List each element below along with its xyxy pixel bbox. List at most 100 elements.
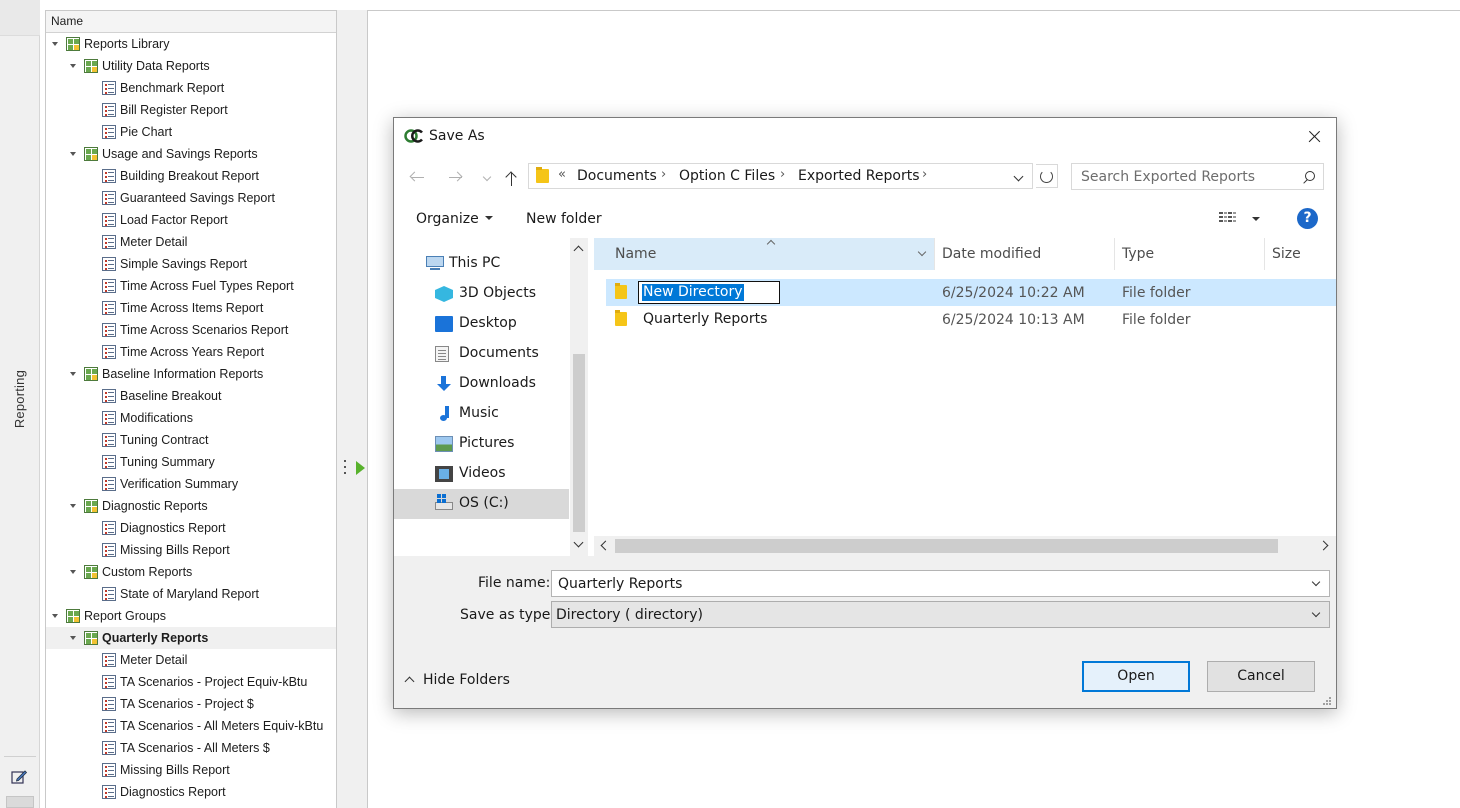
- tree-item-modifications[interactable]: Modifications: [46, 407, 336, 429]
- new-folder-button[interactable]: New folder: [526, 211, 602, 227]
- refresh-icon[interactable]: [1036, 164, 1058, 188]
- tree-item-diagnostic-reports[interactable]: Diagnostic Reports: [46, 495, 336, 517]
- recent-locations-chevron-icon[interactable]: [478, 168, 500, 188]
- dialog-title-bar[interactable]: Save As: [394, 118, 1336, 156]
- up-arrow-icon[interactable]: [501, 168, 523, 188]
- expand-chevron-icon[interactable]: [68, 363, 78, 385]
- file-list-horizontal-scrollbar[interactable]: [594, 536, 1336, 556]
- tree-item-custom-reports[interactable]: Custom Reports: [46, 561, 336, 583]
- hide-folders-button[interactable]: Hide Folders: [404, 672, 510, 688]
- tree-item-time-across-items-report[interactable]: Time Across Items Report: [46, 297, 336, 319]
- tree-item-meter-detail[interactable]: Meter Detail: [46, 649, 336, 671]
- tree-item-quarterly-reports[interactable]: Quarterly Reports: [46, 627, 336, 649]
- view-options-caret-icon[interactable]: [1252, 217, 1260, 221]
- tree-item-utility-data-reports[interactable]: Utility Data Reports: [46, 55, 336, 77]
- scroll-right-icon[interactable]: [1318, 540, 1329, 551]
- tree-item-ta-scenarios-project[interactable]: TA Scenarios - Project $: [46, 693, 336, 715]
- back-arrow-icon[interactable]: [408, 168, 430, 188]
- save-as-type-select[interactable]: Directory ( directory): [551, 601, 1330, 628]
- address-bar[interactable]: « Documents › Option C Files › Exported …: [528, 163, 1033, 189]
- nav-item-downloads[interactable]: Downloads: [394, 369, 569, 399]
- help-icon[interactable]: ?: [1297, 208, 1318, 229]
- panel-splitter[interactable]: [337, 10, 367, 808]
- tree-item-reports-library[interactable]: Reports Library: [46, 33, 336, 55]
- address-separator[interactable]: ›: [780, 167, 785, 182]
- scroll-thumb[interactable]: [615, 539, 1278, 553]
- address-dropdown-chevron-icon[interactable]: [1013, 171, 1024, 182]
- column-header-date-modified[interactable]: Date modified: [934, 238, 1114, 270]
- column-header-type[interactable]: Type: [1114, 238, 1264, 270]
- tree-item-time-across-years-report[interactable]: Time Across Years Report: [46, 341, 336, 363]
- address-segment-documents[interactable]: Documents: [577, 168, 657, 184]
- rail-top-button[interactable]: [0, 0, 40, 36]
- cancel-button[interactable]: Cancel: [1207, 661, 1315, 692]
- view-details-icon[interactable]: [1219, 211, 1239, 225]
- tree-item-ta-scenarios-all-meters[interactable]: TA Scenarios - All Meters $: [46, 737, 336, 759]
- tree-column-header-name[interactable]: Name: [46, 11, 336, 33]
- tree-item-verification-summary[interactable]: Verification Summary: [46, 473, 336, 495]
- address-overflow[interactable]: «: [558, 167, 566, 182]
- resize-grip-icon[interactable]: [1322, 696, 1332, 706]
- close-icon[interactable]: [1300, 124, 1328, 150]
- rename-input[interactable]: New Directory: [638, 281, 780, 304]
- expand-chevron-icon[interactable]: [68, 495, 78, 517]
- expand-chevron-icon[interactable]: [68, 55, 78, 77]
- tree-item-usage-and-savings-reports[interactable]: Usage and Savings Reports: [46, 143, 336, 165]
- tree-item-benchmark-report[interactable]: Benchmark Report: [46, 77, 336, 99]
- splitter-grip-icon[interactable]: [344, 460, 347, 476]
- nav-item-os-c[interactable]: OS (C:): [394, 489, 569, 519]
- scroll-left-icon[interactable]: [600, 540, 611, 551]
- edit-icon[interactable]: [10, 768, 28, 786]
- file-row-new-directory[interactable]: New Directory 6/25/2024 10:22 AM File fold…: [606, 279, 1336, 306]
- tree-item-guaranteed-savings-report[interactable]: Guaranteed Savings Report: [46, 187, 336, 209]
- expand-arrow-icon[interactable]: [356, 461, 365, 475]
- nav-pane-scrollbar[interactable]: [570, 238, 588, 556]
- forward-arrow-icon[interactable]: [446, 168, 468, 188]
- tree-item-meter-detail[interactable]: Meter Detail: [46, 231, 336, 253]
- open-button[interactable]: Open: [1082, 661, 1190, 692]
- expand-chevron-icon[interactable]: [68, 143, 78, 165]
- tree-item-missing-bills-report[interactable]: Missing Bills Report: [46, 759, 336, 781]
- address-segment-option-c-files[interactable]: Option C Files: [679, 168, 775, 184]
- address-separator[interactable]: ›: [661, 167, 666, 182]
- chevron-down-icon[interactable]: [1311, 577, 1321, 587]
- scroll-down-icon[interactable]: [573, 537, 584, 548]
- reporting-rail-label[interactable]: Reporting: [12, 370, 27, 428]
- nav-item-3d-objects[interactable]: 3D Objects: [394, 279, 569, 309]
- nav-item-videos[interactable]: Videos: [394, 459, 569, 489]
- tree-item-pie-chart[interactable]: Pie Chart: [46, 121, 336, 143]
- column-header-size[interactable]: Size: [1264, 238, 1336, 270]
- tree-item-building-breakout-report[interactable]: Building Breakout Report: [46, 165, 336, 187]
- tree-item-load-factor-report[interactable]: Load Factor Report: [46, 209, 336, 231]
- file-name-combo[interactable]: [551, 570, 1330, 597]
- tree-item-diagnostics-report[interactable]: Diagnostics Report: [46, 781, 336, 803]
- file-name-input[interactable]: [552, 571, 1302, 596]
- address-separator[interactable]: ›: [922, 167, 927, 182]
- tree-item-bill-register-report[interactable]: Bill Register Report: [46, 99, 336, 121]
- nav-item-documents[interactable]: Documents: [394, 339, 569, 369]
- tree-item-simple-savings-report[interactable]: Simple Savings Report: [46, 253, 336, 275]
- address-segment-exported-reports[interactable]: Exported Reports: [798, 168, 919, 184]
- tree-item-time-across-scenarios-report[interactable]: Time Across Scenarios Report: [46, 319, 336, 341]
- search-icon[interactable]: [1301, 170, 1317, 186]
- expand-chevron-icon[interactable]: [50, 605, 60, 627]
- tree-item-time-across-fuel-types-report[interactable]: Time Across Fuel Types Report: [46, 275, 336, 297]
- column-header-name[interactable]: Name: [594, 238, 934, 270]
- tree-item-tuning-contract[interactable]: Tuning Contract: [46, 429, 336, 451]
- file-row-quarterly-reports[interactable]: Quarterly Reports 6/25/2024 10:13 AM File …: [606, 306, 1336, 333]
- expand-chevron-icon[interactable]: [68, 627, 78, 649]
- tree-item-ta-scenarios-project-equiv-kbtu[interactable]: TA Scenarios - Project Equiv-kBtu: [46, 671, 336, 693]
- tree-item-diagnostics-report[interactable]: Diagnostics Report: [46, 517, 336, 539]
- scroll-up-icon[interactable]: [573, 245, 584, 256]
- rail-bottom-button[interactable]: [6, 796, 34, 808]
- scroll-thumb[interactable]: [573, 354, 585, 532]
- tree-item-state-of-maryland-report[interactable]: State of Maryland Report: [46, 583, 336, 605]
- search-box[interactable]: [1071, 163, 1324, 190]
- tree-item-report-groups[interactable]: Report Groups: [46, 605, 336, 627]
- tree-item-baseline-information-reports[interactable]: Baseline Information Reports: [46, 363, 336, 385]
- nav-item-music[interactable]: Music: [394, 399, 569, 429]
- tree-item-baseline-breakout[interactable]: Baseline Breakout: [46, 385, 336, 407]
- nav-item-pictures[interactable]: Pictures: [394, 429, 569, 459]
- organize-button[interactable]: Organize: [416, 211, 493, 227]
- nav-item-this-pc[interactable]: This PC: [394, 249, 569, 279]
